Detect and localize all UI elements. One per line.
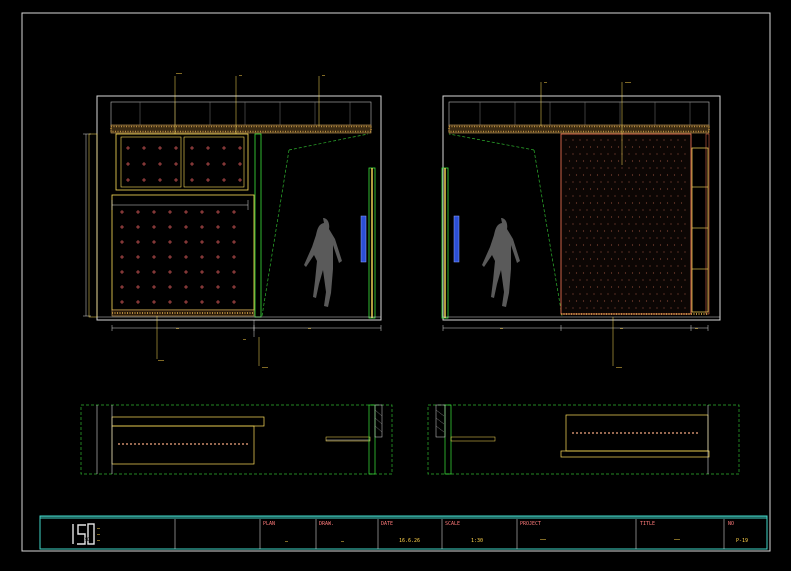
- svg-text:ISD: ISD: [82, 537, 90, 542]
- dim-label: …: [176, 325, 180, 331]
- project-value: ……: [540, 536, 547, 542]
- title-value: ……: [674, 536, 681, 542]
- callout-label: …: [544, 79, 548, 85]
- callout-label: …: [322, 72, 326, 78]
- callout-label: …: [239, 72, 243, 78]
- note-label: ……: [262, 364, 269, 370]
- no-label: NO: [728, 521, 735, 527]
- dim-label: …: [308, 325, 312, 331]
- callout-label: ……: [176, 70, 183, 76]
- date-value: 16.6.26: [399, 538, 421, 544]
- cad-drawing-sheet: ISD: [0, 0, 791, 571]
- scale-value: 1:30: [471, 538, 484, 544]
- callout-label: ……: [625, 79, 632, 85]
- dim-label: …: [243, 336, 247, 342]
- note-label: ……: [616, 364, 623, 370]
- scale-label: SCALE: [445, 521, 461, 527]
- dim-label: …: [620, 325, 624, 331]
- sheet-number: P-19: [736, 538, 749, 544]
- company-website: …: [97, 537, 101, 543]
- date-label: DATE: [381, 521, 394, 527]
- title-label: TITLE: [640, 521, 656, 527]
- note-label: ……: [158, 357, 165, 363]
- draw-label: DRAW.: [319, 521, 335, 527]
- project-label: PROJECT: [520, 521, 542, 527]
- door-handle: [360, 215, 367, 263]
- plan-label: PLAN: [263, 521, 276, 527]
- dim-label: …: [500, 325, 504, 331]
- dim-label: …: [695, 325, 699, 331]
- draw-value: …: [341, 538, 345, 544]
- plan-value: …: [285, 538, 289, 544]
